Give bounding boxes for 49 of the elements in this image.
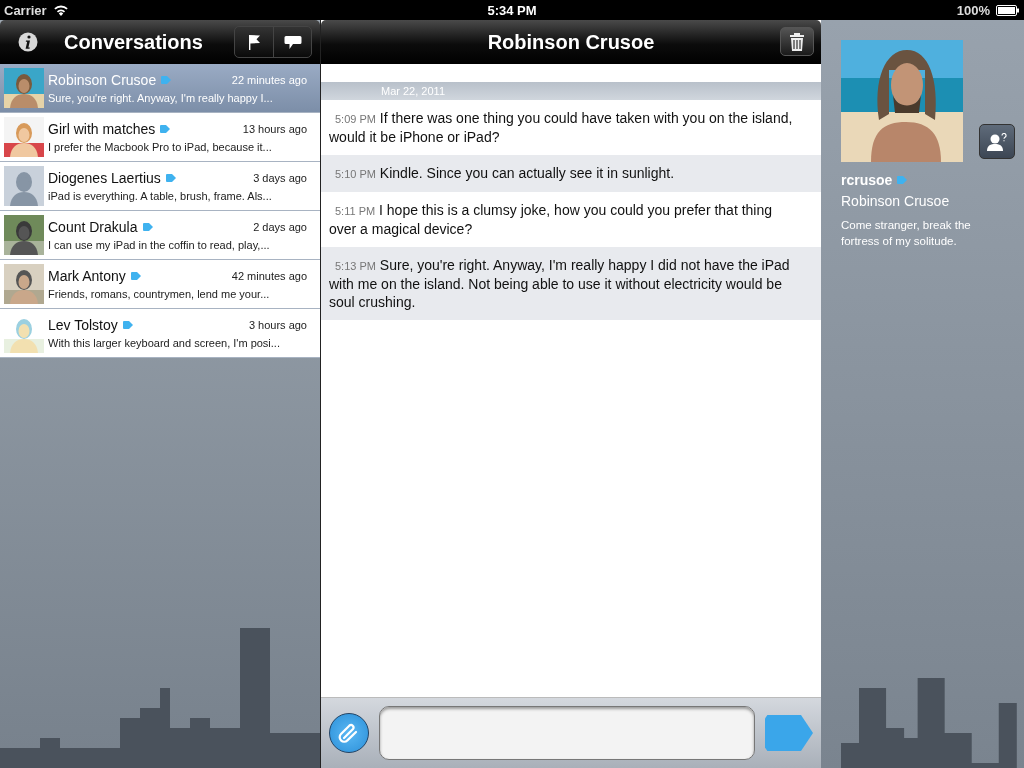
clock-time: 5:34 PM xyxy=(487,2,537,18)
message-time: 13 hours ago xyxy=(242,123,307,135)
status-tag-icon xyxy=(165,174,176,182)
battery-icon xyxy=(996,4,1020,16)
chat-message: 5:11 PM I hope this is a clumsy joke, how you could you prefer that thing over a magical device? xyxy=(329,201,774,238)
status-tag-icon xyxy=(160,125,171,133)
chat-message: 5:10 PM Kindle. Since you can actually see it in sunlight. xyxy=(334,164,676,183)
message-preview: With this larger keyboard and screen, I'm posi... xyxy=(48,337,281,349)
message-time: 2 days ago xyxy=(253,221,307,233)
date-label: Mar 22, 2011 xyxy=(381,85,445,97)
message-preview: Friends, romans, countrymen, lend me your... xyxy=(48,288,271,300)
attach-button[interactable] xyxy=(329,713,369,753)
info-icon xyxy=(18,32,38,52)
contact-name: Lev Tolstoy xyxy=(48,317,118,333)
contact-name: Girl with matches xyxy=(48,121,156,137)
message-time: 3 hours ago xyxy=(248,319,307,331)
contact-name: Robinson Crusoe xyxy=(48,72,157,88)
status-tag-icon xyxy=(122,321,133,329)
person-question-icon xyxy=(986,132,1008,151)
message-preview: I prefer the Macbook Pro to iPad, because it... xyxy=(48,141,273,153)
chat-message: 5:13 PM Sure, you're right. Anyway, I'm really happy I did not have the iPad with me on the island. Not being able to use it without electricity would be soul crushing. xyxy=(329,256,791,311)
message-time: 22 minutes ago xyxy=(231,74,307,86)
message-preview: I can use my iPad in the coffin to read, play,... xyxy=(48,239,271,251)
battery-percent: 100% xyxy=(956,2,990,18)
contact-info-button[interactable] xyxy=(979,124,1015,159)
status-tag-icon xyxy=(142,223,153,231)
trash-icon xyxy=(789,31,805,52)
speech-bubble-icon xyxy=(283,34,302,50)
contact-name: Mark Antony xyxy=(48,268,126,284)
message-time: 42 minutes ago xyxy=(231,270,307,282)
message-input[interactable] xyxy=(379,706,755,760)
username: rcrusoe xyxy=(841,172,893,188)
status-tag-icon xyxy=(130,272,141,280)
contact-name: Diogenes Laertius xyxy=(48,170,161,186)
status-message: Come stranger, break the fortress of my solitude. xyxy=(841,218,972,249)
contact-name: Count Drakula xyxy=(48,219,138,235)
status-tag-icon xyxy=(897,176,908,184)
full-name: Robinson Crusoe xyxy=(841,193,951,209)
carrier-label: Carrier xyxy=(4,2,47,18)
wifi-icon xyxy=(52,4,69,16)
message-time: 3 days ago xyxy=(253,172,307,184)
message-preview: Sure, you're right. Anyway, I'm really happy I... xyxy=(48,92,274,104)
chat-title: Robinson Crusoe xyxy=(487,30,655,54)
status-tag-icon xyxy=(161,76,172,84)
flag-icon xyxy=(246,34,262,50)
message-preview: iPad is everything. A table, brush, frame. Als... xyxy=(48,190,273,202)
panel-title: Conversations xyxy=(64,30,204,54)
chat-message: 5:09 PM If there was one thing you could have taken with you on the island, would it be iPhone or iPad? xyxy=(329,109,794,146)
delete-button[interactable] xyxy=(780,27,814,56)
